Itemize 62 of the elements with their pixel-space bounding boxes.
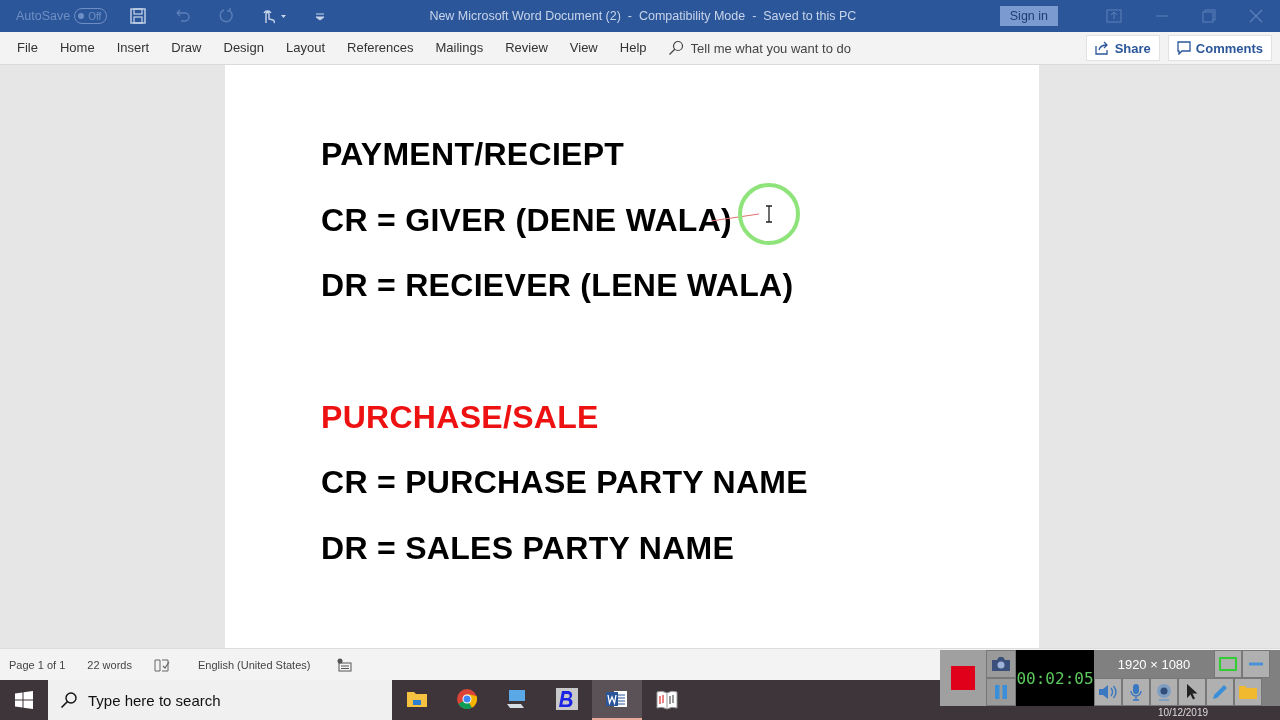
camera-icon	[991, 656, 1011, 672]
ribbon-tab[interactable]: View	[558, 32, 609, 64]
arrow-cursor-icon	[1185, 683, 1199, 701]
record-timer: 00:02:05	[1016, 650, 1094, 706]
word-count[interactable]: 22 words	[87, 658, 132, 671]
region-button[interactable]	[1214, 650, 1242, 678]
ribbon-tab[interactable]: Review	[494, 32, 559, 64]
ribbon-tab[interactable]: Home	[48, 32, 106, 64]
minimize-icon	[1248, 662, 1264, 666]
webcam-button[interactable]	[1150, 678, 1178, 706]
taskbar-app[interactable]	[592, 680, 642, 720]
language-status[interactable]: English (United States)	[197, 658, 311, 671]
macro-icon[interactable]	[336, 657, 353, 672]
cursor-button[interactable]	[1178, 678, 1206, 706]
proofing-icon[interactable]	[153, 657, 170, 672]
document-paragraph: PURCHASE/SALE	[321, 399, 599, 434]
ribbon-tab[interactable]: Draw	[160, 32, 213, 64]
save-icon[interactable]	[129, 7, 148, 25]
ribbon-tab[interactable]: Help	[608, 32, 658, 64]
pencil-icon	[1211, 683, 1229, 701]
bold-b-icon	[556, 688, 578, 710]
sign-in-button[interactable]: Sign in	[999, 6, 1058, 26]
document-paragraph: DR = RECIEVER (LENE WALA)	[321, 268, 794, 302]
folder-button[interactable]	[1234, 678, 1262, 706]
window-title: New Microsoft Word Document (2) - Compatibility Mode - Saved to this PC	[428, 9, 858, 23]
document-paragraph: CR = GIVER (DENE WALA)	[321, 202, 733, 237]
speaker-icon	[1098, 684, 1118, 700]
minimize-button[interactable]	[1242, 650, 1270, 678]
taskbar-date: 10/12/2019	[1158, 707, 1209, 718]
speaker-button[interactable]	[1094, 678, 1122, 706]
pause-icon	[993, 684, 1009, 700]
rectangle-icon	[1219, 657, 1237, 671]
screenshot-button[interactable]	[986, 650, 1016, 678]
search-icon	[60, 691, 78, 709]
document-paragraph: CR = PURCHASE PARTY NAME	[321, 465, 808, 499]
microphone-button[interactable]	[1122, 678, 1150, 706]
ribbon-tab[interactable]: Design	[212, 32, 275, 64]
share-icon	[1094, 41, 1110, 55]
word-icon	[606, 689, 628, 709]
search-icon	[667, 40, 684, 56]
page-count[interactable]: Page 1 of 1	[9, 658, 66, 671]
share-button[interactable]: Share	[1085, 35, 1160, 61]
resolution-label: 1920 × 1080	[1116, 655, 1192, 674]
tell-me-field[interactable]: Tell me what you want to do	[688, 39, 893, 57]
ribbon-tab[interactable]: File	[6, 32, 49, 64]
comments-button[interactable]: Comments	[1167, 35, 1272, 61]
ribbon-tab[interactable]: Mailings	[424, 32, 495, 64]
book-icon	[656, 688, 678, 710]
folder-icon	[406, 689, 428, 709]
folder-icon	[1238, 684, 1258, 700]
taskbar-search-field[interactable]: Type here to search	[48, 680, 392, 720]
webcam-icon	[1155, 683, 1173, 701]
autosave-label: AutoSave	[16, 9, 71, 23]
ribbon-tab[interactable]: Layout	[274, 32, 336, 64]
microphone-icon	[1129, 683, 1143, 701]
ribbon-tab[interactable]: Insert	[105, 32, 161, 64]
document-paragraph: PAYMENT/RECIEPT	[321, 137, 625, 171]
document-paragraph: DR = SALES PARTY NAME	[321, 530, 735, 565]
windows-icon	[15, 691, 33, 709]
ribbon-tab[interactable]: References	[336, 32, 425, 64]
chrome-icon	[456, 688, 478, 710]
comment-icon	[1176, 41, 1191, 55]
